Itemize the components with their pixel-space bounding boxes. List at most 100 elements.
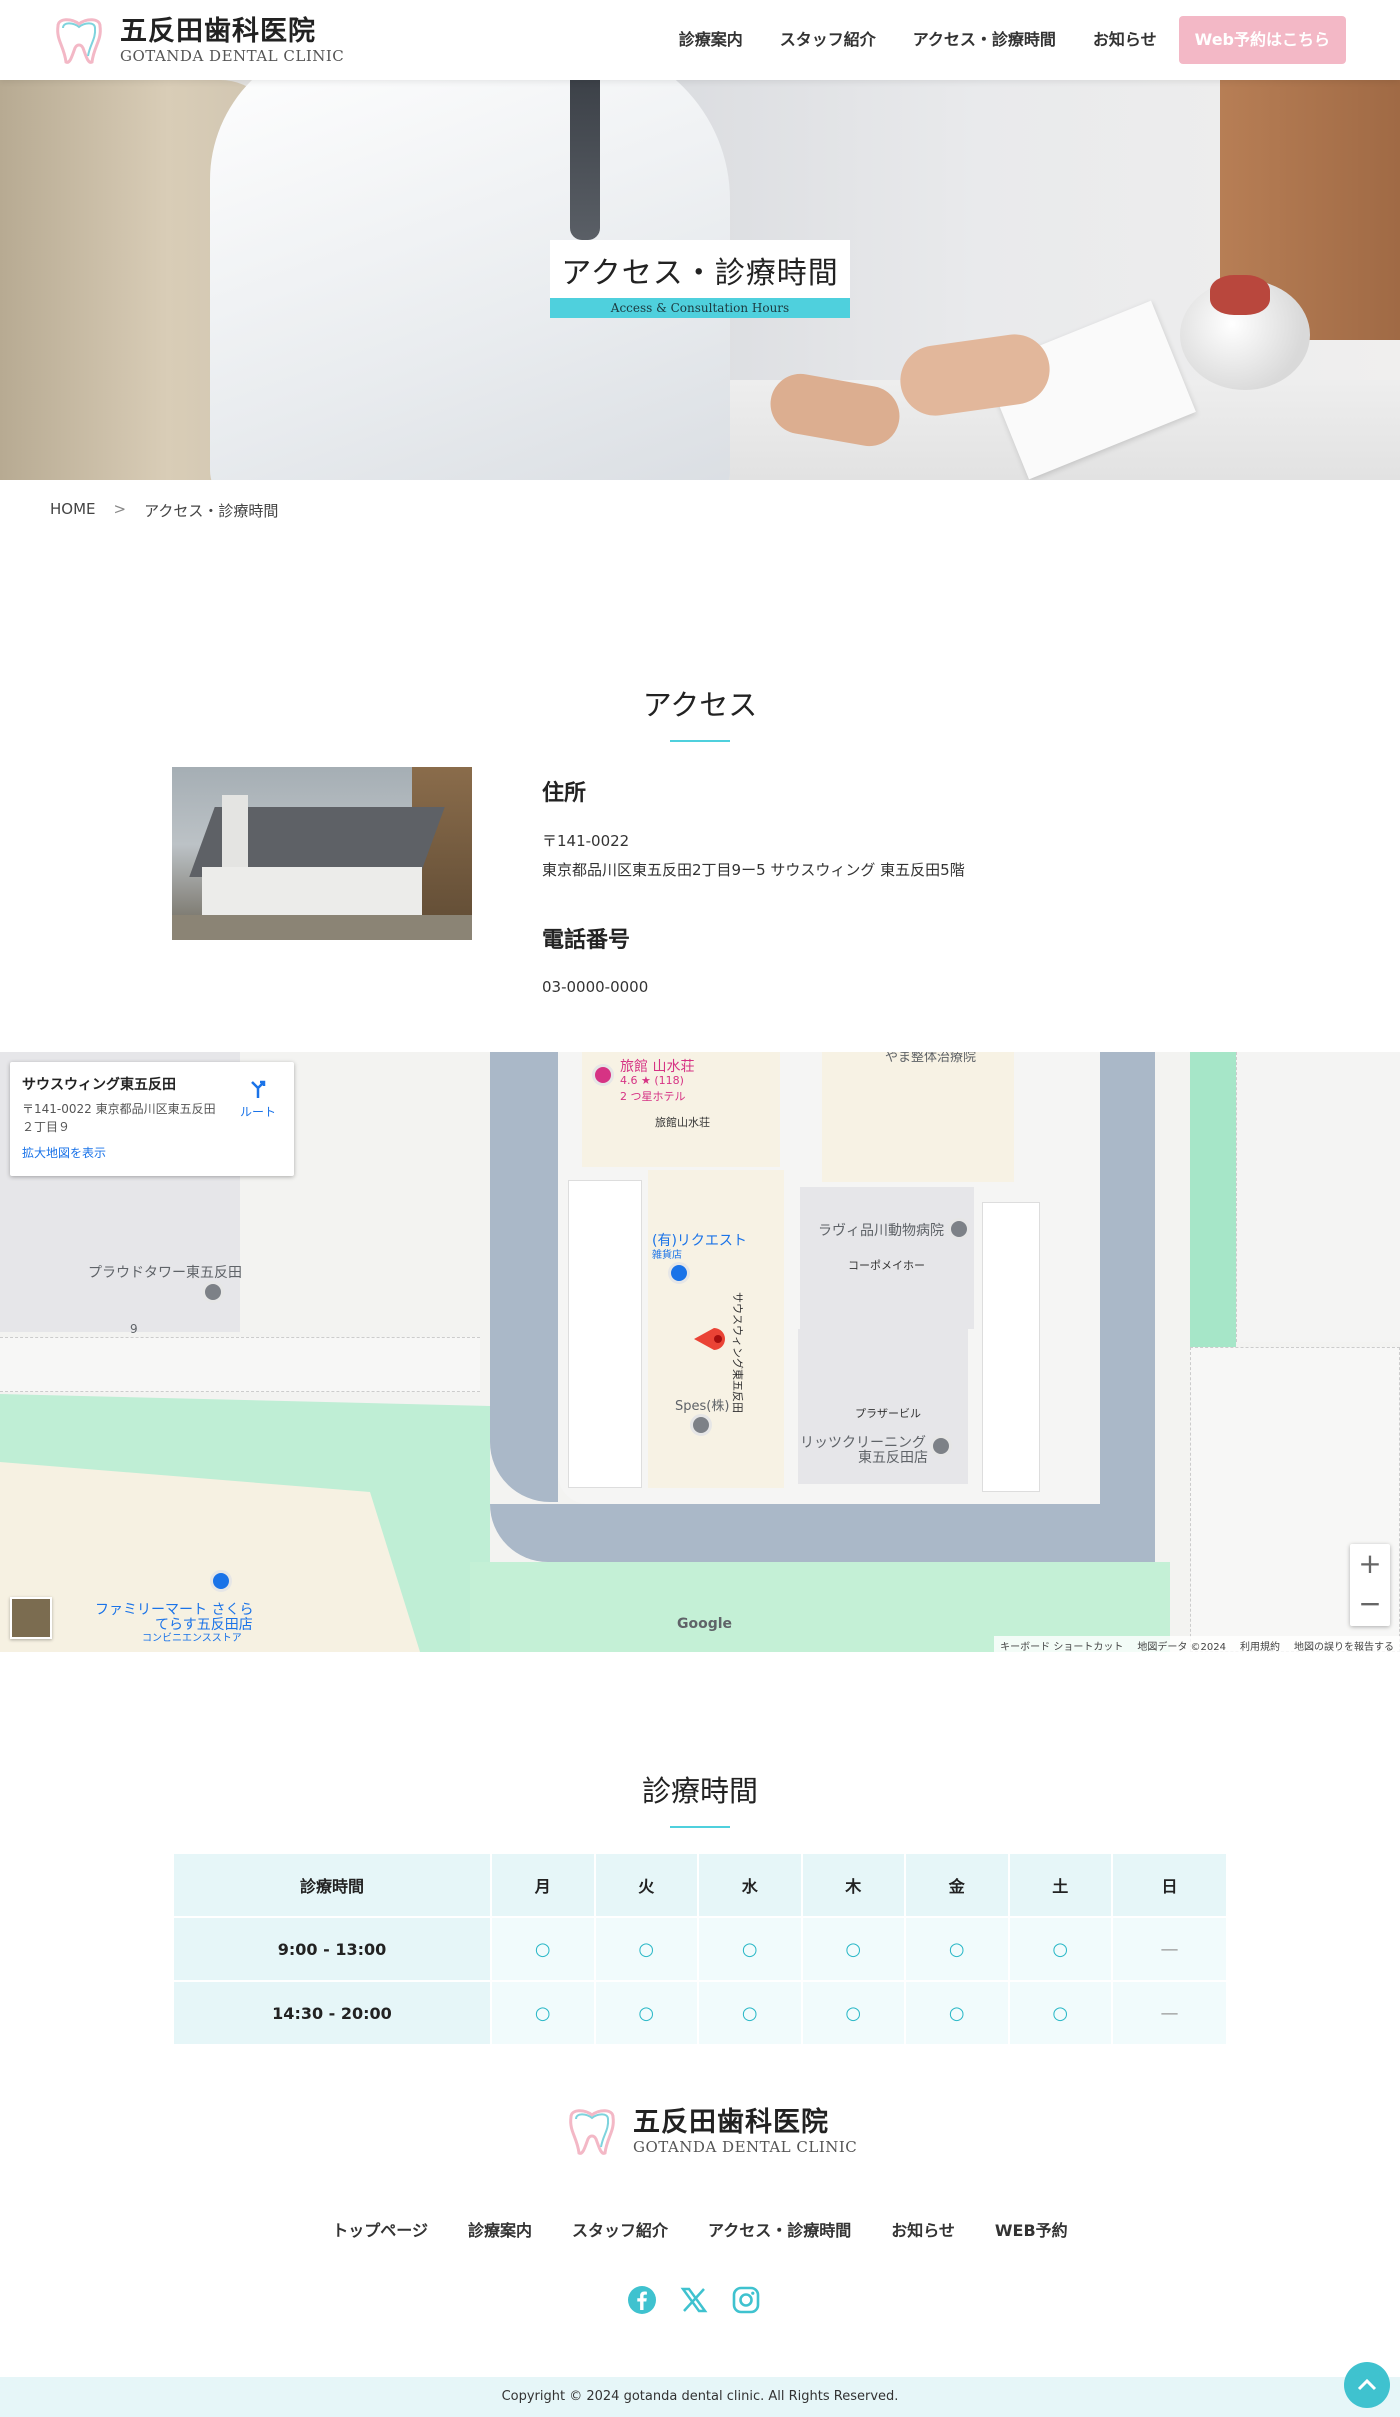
availability-mark: ○ xyxy=(593,1916,699,1982)
hours-table: 診療時間 月 火 水 木 金 土 日 9:00 - 13:00 ○ ○ ○ ○ … xyxy=(172,1852,1228,2046)
footer-logo[interactable]: 五反田歯科医院 GOTANDA DENTAL CLINIC xyxy=(563,2107,857,2157)
map-label-proud[interactable]: プラウドタワー東五反田 xyxy=(88,1262,242,1282)
breadcrumb: HOME > アクセス・診療時間 xyxy=(50,500,278,521)
availability-mark: ○ xyxy=(490,1980,596,2046)
footer-nav-news[interactable]: お知らせ xyxy=(891,2217,955,2241)
availability-mark: ○ xyxy=(593,1980,699,2046)
office-poi-icon[interactable] xyxy=(690,1414,712,1436)
availability-mark: ○ xyxy=(697,1916,803,1982)
map-label-south-wing: サウスウィング東五反田 xyxy=(731,1292,744,1413)
logo[interactable]: 五反田歯科医院 GOTANDA DENTAL CLINIC xyxy=(50,16,344,66)
map-place-address: 〒141-0022 東京都品川区東五反田２丁目９ xyxy=(22,1102,216,1134)
building-poi-icon[interactable] xyxy=(202,1281,224,1303)
x-twitter-icon[interactable] xyxy=(679,2285,709,2315)
map-label-ryokan[interactable]: 旅館 山水荘 xyxy=(620,1056,694,1076)
postal-code: 〒141-0022 xyxy=(542,832,630,850)
map-building-right xyxy=(982,1202,1040,1492)
scroll-to-top-button[interactable] xyxy=(1344,2362,1390,2408)
footer-nav-services[interactable]: 診療案内 xyxy=(468,2217,532,2241)
map-building-seitai xyxy=(822,1052,1014,1182)
hours-heading: 診療時間 xyxy=(641,1774,758,1808)
photo-ground xyxy=(172,915,472,940)
zoom-out-button[interactable]: − xyxy=(1350,1584,1390,1624)
map-label-ryokan-building: 旅館山水荘 xyxy=(655,1116,710,1129)
map-label-family-type: コンビニエンスストア xyxy=(142,1633,242,1644)
convenience-store-poi-icon[interactable] xyxy=(210,1570,232,1592)
table-row: 9:00 - 13:00 ○ ○ ○ ○ ○ ○ — xyxy=(172,1916,1228,1982)
map-building-left xyxy=(568,1180,642,1488)
day-header: 火 xyxy=(593,1852,699,1918)
day-header: 水 xyxy=(697,1852,803,1918)
map-label-block-number: 9 xyxy=(130,1322,138,1336)
footer-nav-top[interactable]: トップページ xyxy=(332,2217,428,2241)
logo-title: 五反田歯科医院 xyxy=(120,16,316,47)
availability-mark: ○ xyxy=(697,1980,803,2046)
google-map[interactable]: サウスウィング東五反田 〒141-0022 東京都品川区東五反田２丁目９ 拡大地… xyxy=(0,1052,1400,1652)
clinic-building-photo xyxy=(172,767,472,940)
map-larger-link[interactable]: 拡大地図を表示 xyxy=(22,1144,282,1161)
day-header: 木 xyxy=(800,1852,906,1918)
map-label-plaza: プラザービル xyxy=(855,1407,921,1420)
footer-nav-reservation[interactable]: WEB予約 xyxy=(995,2217,1068,2241)
access-heading: アクセス xyxy=(642,688,758,722)
map-report-link[interactable]: 地図の誤りを報告する xyxy=(1294,1638,1394,1652)
hours-heading-underline xyxy=(670,1826,730,1828)
nav-staff[interactable]: スタッフ紹介 xyxy=(780,16,876,64)
map-label-ritz-branch: 東五反田店 xyxy=(858,1450,928,1466)
access-heading-underline xyxy=(670,740,730,742)
address-text: 東京都品川区東五反田2丁目9ー5 サウスウィング 東五反田5階 xyxy=(542,861,965,879)
page-title: アクセス・診療時間 xyxy=(550,240,850,298)
day-header: 日 xyxy=(1111,1852,1228,1918)
tooth-logo-icon xyxy=(56,18,102,64)
availability-mark: ○ xyxy=(800,1980,906,2046)
map-label-ryokan-type: 2 つ星ホテル xyxy=(620,1090,686,1103)
hours-header-row: 診療時間 月 火 水 木 金 土 日 xyxy=(172,1852,1228,1918)
photo-tower xyxy=(222,795,248,875)
hero-title-box: アクセス・診療時間 Access & Consultation Hours xyxy=(550,240,850,318)
map-road-vertical xyxy=(490,1052,558,1502)
facebook-icon[interactable] xyxy=(627,2285,657,2315)
site-header: 五反田歯科医院 GOTANDA DENTAL CLINIC 診療案内 スタッフ紹… xyxy=(0,0,1400,80)
map-green-right xyxy=(1190,1052,1236,1392)
day-header: 月 xyxy=(490,1852,596,1918)
availability-mark: ○ xyxy=(904,1916,1010,1982)
hero-photo-tie xyxy=(570,80,600,240)
nav-news[interactable]: お知らせ xyxy=(1093,16,1157,64)
map-keyboard-shortcuts[interactable]: キーボード ショートカット xyxy=(1000,1638,1123,1652)
hero-banner: アクセス・診療時間 Access & Consultation Hours xyxy=(0,80,1400,480)
web-reservation-button[interactable]: Web予約はこちら xyxy=(1178,16,1346,64)
time-slot: 14:30 - 20:00 xyxy=(172,1980,492,2046)
availability-mark: ○ xyxy=(1007,1980,1113,2046)
map-location-pin-icon[interactable] xyxy=(694,1322,728,1356)
shop-poi-icon[interactable] xyxy=(668,1262,690,1284)
google-logo: Google xyxy=(677,1616,733,1632)
footer-nav: トップページ 診療案内 スタッフ紹介 アクセス・診療時間 お知らせ WEB予約 xyxy=(0,2217,1400,2241)
nav-access[interactable]: アクセス・診療時間 xyxy=(913,16,1056,64)
breadcrumb-home[interactable]: HOME xyxy=(50,500,96,521)
footer-nav-staff[interactable]: スタッフ紹介 xyxy=(572,2217,668,2241)
vet-poi-icon[interactable] xyxy=(948,1218,970,1240)
footer-nav-access[interactable]: アクセス・診療時間 xyxy=(708,2217,851,2241)
table-row: 14:30 - 20:00 ○ ○ ○ ○ ○ ○ — xyxy=(172,1980,1228,2046)
map-terms-link[interactable]: 利用規約 xyxy=(1240,1638,1280,1652)
hotel-poi-icon[interactable] xyxy=(592,1064,614,1086)
map-label-cope: コーポメイホー xyxy=(848,1259,925,1272)
availability-mark: ○ xyxy=(490,1916,596,1982)
nav-services[interactable]: 診療案内 xyxy=(679,16,743,64)
phone-number[interactable]: 03-0000-0000 xyxy=(542,973,648,1002)
availability-mark: — xyxy=(1111,1980,1228,2046)
zoom-in-button[interactable]: + xyxy=(1350,1544,1390,1584)
tooth-logo-icon xyxy=(569,2109,615,2155)
map-block-strip xyxy=(0,1337,480,1392)
instagram-icon[interactable] xyxy=(731,2285,761,2315)
availability-mark: ○ xyxy=(800,1916,906,1982)
map-label-lavie[interactable]: ラヴィ品川動物病院 xyxy=(818,1220,944,1240)
availability-mark: ○ xyxy=(1007,1916,1113,1982)
map-label-spes[interactable]: Spes(株) xyxy=(675,1395,729,1414)
cleaning-poi-icon[interactable] xyxy=(930,1435,952,1457)
page-subtitle: Access & Consultation Hours xyxy=(550,298,850,318)
map-route-button[interactable]: ルート xyxy=(240,1078,276,1120)
street-view-thumbnail[interactable] xyxy=(10,1597,52,1639)
social-links xyxy=(627,2285,761,2315)
map-label-seitai: やま整体治療院 xyxy=(885,1052,977,1065)
